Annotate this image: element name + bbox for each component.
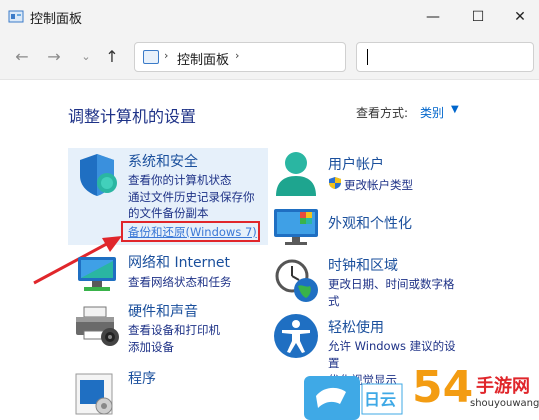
category-hardware-sound[interactable]: 硬件和声音: [128, 301, 198, 321]
link-backup-restore[interactable]: 备份和还原(Windows 7): [128, 224, 257, 240]
category-user-accounts[interactable]: 用户帐户: [328, 154, 384, 174]
back-button[interactable]: ←: [12, 47, 32, 67]
maximize-button[interactable]: ☐: [455, 0, 501, 34]
appearance-icon: [274, 209, 318, 245]
shield-icon: [80, 154, 117, 196]
link-file-history-cont[interactable]: 的文件备份副本: [128, 205, 209, 221]
search-input[interactable]: [356, 42, 534, 72]
page-title: 调整计算机的设置: [68, 107, 197, 126]
category-ease-of-access[interactable]: 轻松使用: [328, 317, 384, 337]
user-accounts-icon: [276, 152, 316, 196]
accessibility-icon: [274, 314, 318, 358]
clock-icon: [275, 259, 318, 302]
programs-icon: [75, 373, 113, 415]
chevron-down-icon[interactable]: ▼: [451, 104, 459, 115]
link-let-windows-suggest[interactable]: 允许 Windows 建议的设: [328, 338, 456, 354]
watermark-brand-fragment: 日云: [364, 390, 397, 409]
link-date-time-format[interactable]: 更改日期、时间或数字格: [328, 276, 455, 292]
up-button[interactable]: ↑: [102, 47, 122, 67]
address-bar[interactable]: › 控制面板 ›: [134, 42, 346, 72]
window-title: 控制面板: [30, 12, 83, 27]
watermark-url: shouyouwang.cn: [470, 398, 539, 409]
network-icon: [78, 257, 116, 291]
breadcrumb-separator[interactable]: ›: [164, 49, 168, 62]
category-appearance[interactable]: 外观和个性化: [328, 213, 412, 233]
location-icon: [143, 50, 159, 64]
watermark-text: 手游网: [476, 376, 530, 397]
link-date-time-format-cont[interactable]: 式: [328, 293, 340, 309]
category-system-security[interactable]: 系统和安全: [128, 151, 198, 171]
watermark-number: 54: [412, 362, 474, 413]
minimize-button[interactable]: —: [410, 0, 456, 34]
close-button[interactable]: ✕: [497, 0, 539, 34]
control-panel-icon: [8, 10, 24, 23]
text-caret: [367, 49, 368, 65]
uac-shield-icon: [329, 177, 341, 189]
link-check-computer-status[interactable]: 查看你的计算机状态: [128, 172, 232, 188]
view-by-dropdown[interactable]: 类别: [420, 104, 444, 121]
printer-icon: [76, 306, 119, 346]
link-change-account-type[interactable]: 更改帐户类型: [344, 177, 413, 193]
category-programs[interactable]: 程序: [128, 368, 156, 388]
breadcrumb-separator-trailing[interactable]: ›: [235, 49, 239, 62]
view-by-label: 查看方式:: [356, 106, 409, 120]
category-network-internet[interactable]: 网络和 Internet: [128, 252, 230, 272]
forward-button[interactable]: →: [44, 47, 64, 67]
navigation-bar: ← → ⌄ ↑ › 控制面板 ›: [0, 34, 539, 80]
link-file-history[interactable]: 通过文件历史记录保存你: [128, 189, 255, 205]
title-bar: 控制面板 — ☐ ✕: [0, 0, 539, 34]
category-clock-region[interactable]: 时钟和区域: [328, 255, 398, 275]
breadcrumb-control-panel[interactable]: 控制面板: [177, 49, 229, 68]
link-devices-printers[interactable]: 查看设备和打印机: [128, 322, 220, 338]
link-add-device[interactable]: 添加设备: [128, 339, 174, 355]
link-network-status[interactable]: 查看网络状态和任务: [128, 274, 232, 290]
recent-locations-button[interactable]: ⌄: [76, 47, 96, 67]
